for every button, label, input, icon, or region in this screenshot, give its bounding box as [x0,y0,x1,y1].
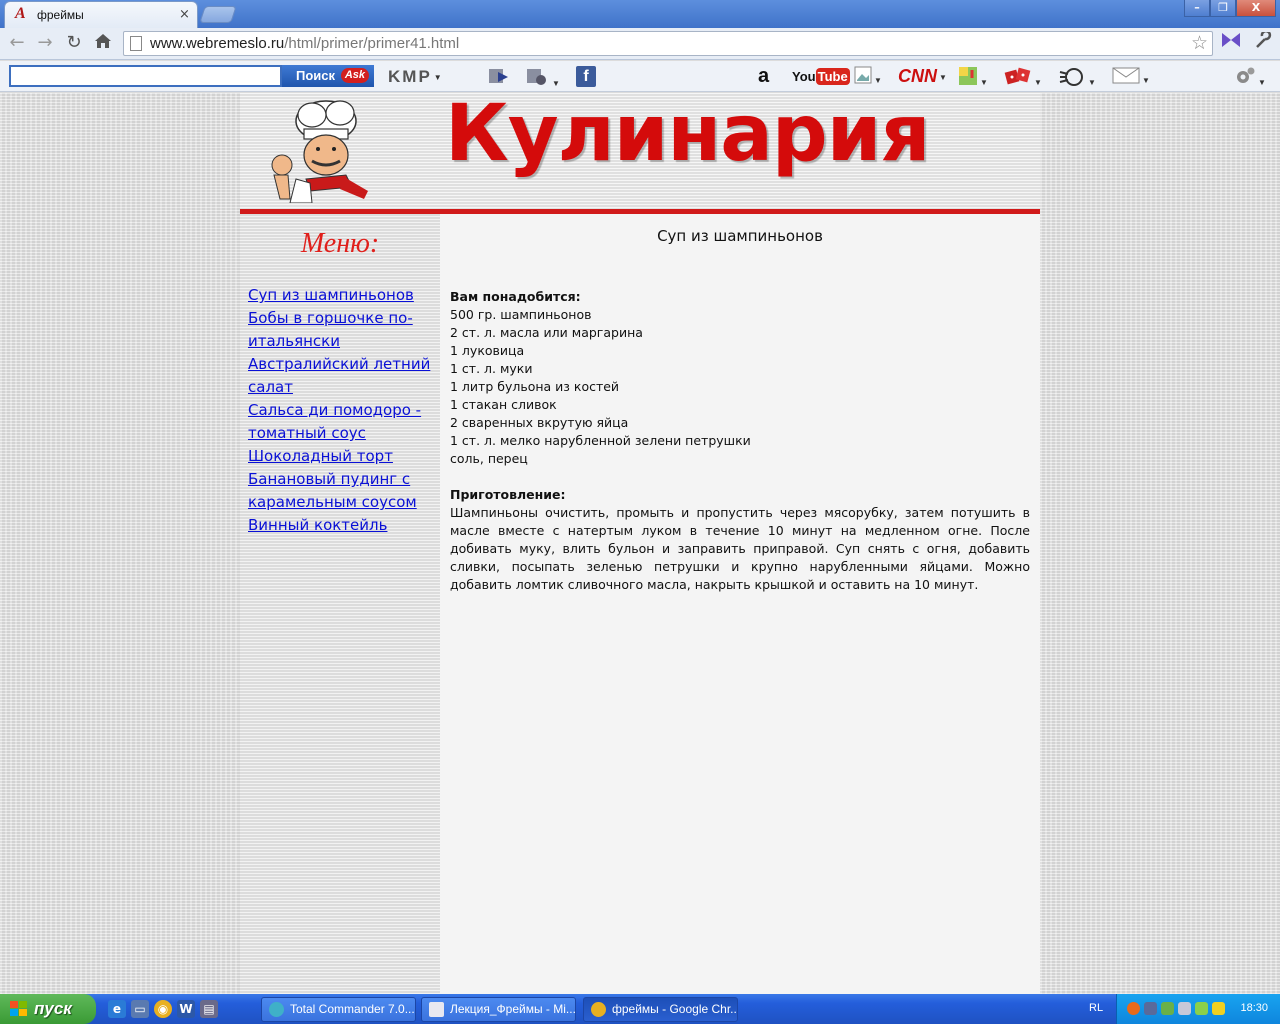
preparation-text: Шампиньоны очистить, промыть и пропустит… [450,505,1030,592]
kmp-player-icon[interactable]: KMP ▼ [388,66,444,87]
menu-list: Суп из шампиньонов Бобы в горшочке по-ит… [248,284,436,537]
menu-link-beans[interactable]: Бобы в горшочке по-итальянски [248,309,413,350]
back-arrow-icon[interactable]: ← [6,32,28,54]
navigation-bar: ← → ↻ www.webremeslo.ru/html/primer/prim… [0,28,1280,60]
menu-link-mushroom-soup[interactable]: Суп из шампиньонов [248,286,414,304]
menu-link-chocolate-cake[interactable]: Шоколадный торт [248,447,393,465]
tray-network-icon[interactable] [1161,1002,1174,1015]
tab-title: фреймы [37,8,84,22]
menu-frame: Меню: Суп из шампиньонов Бобы в горшочке… [240,214,440,994]
ingredient-item: 1 луковица [450,343,525,358]
windows-logo-icon [10,1001,27,1016]
menu-item: Австралийский летний салат [248,353,436,399]
cnn-icon[interactable]: CNN ▼ [898,66,947,87]
close-window-button[interactable]: X [1236,0,1276,17]
menu-link-salad[interactable]: Австралийский летний салат [248,355,430,396]
desktop-icon[interactable]: ▭ [131,1000,149,1018]
chrome-icon [591,1002,606,1017]
tab-close-icon[interactable]: × [179,7,190,22]
menu-item: Шоколадный торт [248,445,436,468]
ingredient-item: 2 сваренных вкрутую яйца [450,415,629,430]
browser-titlebar: A фреймы × – ❐ X [0,0,1280,28]
browser-tab[interactable]: A фреймы × [4,1,198,28]
minimize-button[interactable]: – [1184,0,1210,17]
language-indicator[interactable]: RL [1089,1002,1103,1014]
menu-item: Бобы в горшочке по-итальянски [248,307,436,353]
word-document-icon [429,1002,444,1017]
ingredients-label: Вам понадобится: [450,289,581,304]
toolbar-search-button[interactable]: Поиск Ask [282,65,374,87]
ingredient-item: 2 ст. л. масла или маргарина [450,325,643,340]
word-icon[interactable]: W [177,1000,195,1018]
ingredient-item: 1 стакан сливок [450,397,557,412]
tray-device-icon[interactable] [1178,1002,1191,1015]
toolbar-search-input[interactable] [9,65,282,87]
dice-icon[interactable]: ▼ [1004,66,1042,87]
facebook-icon[interactable]: f [576,66,596,87]
menu-link-salsa[interactable]: Сальса ди помодоро - томатный соус [248,401,421,442]
start-button[interactable]: пуск [0,994,96,1024]
maps-icon[interactable]: ▼ [958,66,988,87]
content-frame: Суп из шампиньонов Вам понадобится: 500 … [440,214,1040,994]
image-icon[interactable]: ▼ [854,66,882,87]
tray-shield-icon[interactable] [1195,1002,1208,1015]
ingredient-item: 1 ст. л. муки [450,361,533,376]
reload-icon[interactable]: ↻ [63,32,85,54]
ingredients-list: 500 гр. шампиньонов 2 ст. л. масла или м… [450,306,1030,468]
ask-toolbar: Поиск Ask KMP ▼ ▼ f a You Tube ▼ CNN ▼ ▼ ▼ … [0,61,1280,92]
ingredient-item: 500 гр. шампиньонов [450,307,592,322]
bookmark-star-icon[interactable]: ☆ [1191,32,1208,54]
taskbar: пуск e ▭ ◉ W ▤ Total Commander 7.0... Ле… [0,994,1280,1024]
floppy-icon[interactable]: ▤ [200,1000,218,1018]
chef-logo [271,100,368,203]
menu-item: Сальса ди помодоро - томатный соус [248,399,436,445]
clock: 18:30 [1240,1002,1268,1014]
task-chrome[interactable]: фреймы - Google Chr... [583,997,738,1022]
page-icon [130,36,142,51]
tray-airplane-icon[interactable] [1212,1002,1225,1015]
chrome-quicklaunch-icon[interactable]: ◉ [154,1000,172,1018]
ingredient-item: 1 литр бульона из костей [450,379,620,394]
settings-icon[interactable]: ▼ [1234,66,1266,87]
tray-browser-icon[interactable] [1127,1002,1140,1015]
address-bar[interactable]: www.webremeslo.ru/html/primer/primer41.h… [123,31,1213,56]
menu-link-banana-pudding[interactable]: Банановый пудинг с карамельным соусом [248,470,417,511]
menu-item: Суп из шампиньонов [248,284,436,307]
task-total-commander[interactable]: Total Commander 7.0... [261,997,416,1022]
recipe-title: Суп из шампиньонов [657,227,823,245]
site-favicon-icon: A [15,5,26,22]
ie-icon[interactable]: e [108,1000,126,1018]
mail-icon[interactable]: ▼ [1112,66,1150,87]
weather-icon[interactable]: ▼ [1058,66,1096,87]
total-commander-icon [269,1002,284,1017]
ingredient-item: соль, перец [450,451,528,466]
extension-bow-icon[interactable] [1220,32,1242,54]
home-icon[interactable] [92,32,114,54]
wrench-icon[interactable] [1252,29,1274,54]
tray-skype-icon[interactable] [1144,1002,1157,1015]
menu-title: Меню: [300,228,380,259]
menu-item: Банановый пудинг с карамельным соусом [248,468,436,514]
preparation-label: Приготовление: [450,487,566,502]
ask-logo: Ask [340,68,369,83]
media-play-icon[interactable] [488,66,514,87]
maximize-button[interactable]: ❐ [1210,0,1236,17]
amazon-icon[interactable]: a [758,66,769,87]
url-text: www.webremeslo.ru/html/primer/primer41.h… [150,35,460,52]
forward-arrow-icon[interactable]: → [34,32,56,54]
ingredient-item: 1 ст. л. мелко нарубленной зелени петруш… [450,433,751,448]
youtube-icon[interactable]: You Tube [792,66,850,87]
menu-link-wine-cocktail[interactable]: Винный коктейль [248,516,387,534]
recipe-body: Вам понадобится: 500 гр. шампиньонов 2 с… [450,288,1030,594]
rss-icon[interactable]: ▼ [526,66,560,88]
web-page: Кулинария Меню: Суп из шампиньонов Бобы … [0,89,1280,994]
header-frame: Кулинария [240,89,1040,211]
site-title: Кулинария [445,89,930,179]
menu-item: Винный коктейль [248,514,436,537]
system-tray: 18:30 [1116,994,1280,1024]
task-word-document[interactable]: Лекция_Фреймы - Mi... [421,997,576,1022]
new-tab-button[interactable] [199,6,237,23]
